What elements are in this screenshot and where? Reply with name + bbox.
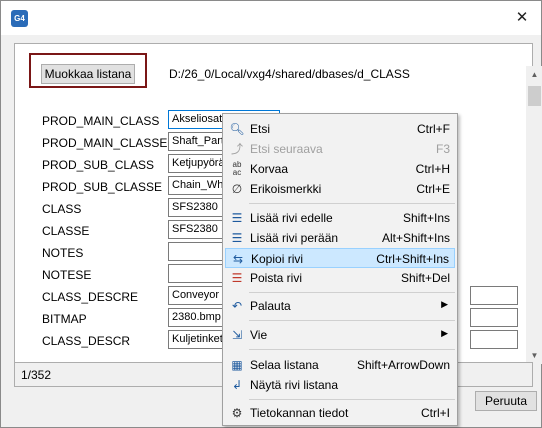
menu-item-label: Palauta xyxy=(250,299,291,313)
field-label-prod-sub-class: PROD_SUB_CLASS xyxy=(42,158,155,172)
menu-separator xyxy=(249,399,455,400)
record-counter: 1/352 xyxy=(21,368,52,382)
field-label-notes: NOTES xyxy=(42,246,84,260)
menu-item-copy-row[interactable]: ⇆ Kopioi rivi Ctrl+Shift+Ins xyxy=(225,248,455,268)
undo-icon: ↶ xyxy=(231,299,243,313)
cancel-button[interactable]: Peruuta xyxy=(475,391,537,411)
special-char-icon: ∅ xyxy=(231,182,243,196)
menu-separator xyxy=(249,203,455,204)
close-button[interactable]: ✕ xyxy=(509,7,535,29)
scroll-thumb[interactable] xyxy=(528,86,541,106)
delete-row-icon: ☰ xyxy=(231,271,243,285)
menu-separator xyxy=(249,292,455,293)
vertical-scrollbar[interactable]: ▲ ▼ xyxy=(526,66,542,364)
menu-item-label: Lisää rivi perään xyxy=(250,231,339,245)
menu-item-label: Tietokannan tiedot xyxy=(250,406,349,420)
field-label-prod-sub-classe: PROD_SUB_CLASSE xyxy=(42,180,163,194)
menu-item-delete-row[interactable]: ☰ Poista rivi Shift+Del xyxy=(225,268,455,288)
menu-separator xyxy=(249,320,455,321)
field-label-bitmap: BITMAP xyxy=(42,312,87,326)
browse-list-icon: ▦ xyxy=(231,358,243,372)
field-label-class: CLASS xyxy=(42,202,82,216)
field-label-notese: NOTESE xyxy=(42,268,92,282)
menu-item-label: Korvaa xyxy=(250,162,289,176)
menu-item-shortcut: Ctrl+Shift+Ins xyxy=(376,252,449,266)
menu-item-insert-row-after[interactable]: ☰ Lisää rivi perään Alt+Shift+Ins xyxy=(225,228,455,248)
menu-item-search[interactable]: 🔍︎ Etsi Ctrl+F xyxy=(225,119,455,139)
replace-icon: ab ac xyxy=(232,160,242,177)
search-icon: 🔍︎ xyxy=(229,122,245,136)
menu-item-shortcut: Ctrl+I xyxy=(420,406,450,420)
menu-item-find-next: ⤴ Etsi seuraava F3 xyxy=(225,139,455,159)
insert-row-before-icon: ☰ xyxy=(231,211,243,225)
menu-item-shortcut: Ctrl+E xyxy=(416,182,450,196)
menu-item-label: Näytä rivi listana xyxy=(250,378,339,392)
menu-item-shortcut: F3 xyxy=(435,142,450,156)
menu-item-shortcut: Ctrl+F xyxy=(417,122,450,136)
menu-item-label: Poista rivi xyxy=(250,271,303,285)
copy-row-icon: ⇆ xyxy=(232,252,244,266)
menu-item-shortcut: Alt+Shift+Ins xyxy=(381,231,450,245)
context-menu: 🔍︎ Etsi Ctrl+F ⤴ Etsi seuraava F3 ab ac K… xyxy=(222,113,458,426)
export-icon: ⇲ xyxy=(231,328,243,342)
menu-item-label: Lisää rivi edelle xyxy=(250,211,333,225)
menu-item-label: Etsi seuraava xyxy=(250,142,323,156)
menu-item-undo[interactable]: ↶ Palauta ▶ xyxy=(225,296,455,316)
menu-item-shortcut: Shift+ArrowDown xyxy=(356,358,450,372)
menu-item-insert-row-before[interactable]: ☰ Lisää rivi edelle Shift+Ins xyxy=(225,208,455,228)
insert-row-after-icon: ☰ xyxy=(231,231,243,245)
menu-item-show-row-list[interactable]: ↲ Näytä rivi listana xyxy=(225,375,455,395)
menu-item-label: Erikoismerkki xyxy=(250,182,322,196)
menu-item-database-info[interactable]: ⚙ Tietokannan tiedot Ctrl+I xyxy=(225,403,455,423)
menu-item-label: Selaa listana xyxy=(250,358,319,372)
menu-item-label: Vie xyxy=(250,328,268,342)
menu-item-export[interactable]: ⇲ Vie ▶ xyxy=(225,325,455,345)
menu-item-special-char[interactable]: ∅ Erikoismerkki Ctrl+E xyxy=(225,179,455,199)
field-label-classe: CLASSE xyxy=(42,224,90,238)
scroll-up-arrow-icon[interactable]: ▲ xyxy=(526,66,542,83)
field-label-class-descre: CLASS_DESCRE xyxy=(42,290,139,304)
database-info-icon: ⚙ xyxy=(231,406,243,420)
submenu-arrow-icon: ▶ xyxy=(441,299,448,309)
field-input-class-descr-tail[interactable] xyxy=(470,330,518,349)
title-bar: G4 ✕ xyxy=(1,1,541,35)
menu-item-replace[interactable]: ab ac Korvaa Ctrl+H xyxy=(225,159,455,179)
menu-item-label: Etsi xyxy=(250,122,271,136)
field-label-prod-main-class: PROD_MAIN_CLASS xyxy=(42,114,160,128)
field-label-class-descr: CLASS_DESCR xyxy=(42,334,131,348)
menu-item-browse-list[interactable]: ▦ Selaa listana Shift+ArrowDown xyxy=(225,355,455,375)
menu-item-shortcut: Shift+Del xyxy=(400,271,450,285)
show-row-list-icon: ↲ xyxy=(231,378,243,392)
menu-item-shortcut: Shift+Ins xyxy=(402,211,450,225)
field-input-class-descre-tail[interactable] xyxy=(470,286,518,305)
database-path: D:/26_0/Local/vxg4/shared/dbases/d_CLASS xyxy=(169,67,410,81)
field-input-bitmap-tail[interactable] xyxy=(470,308,518,327)
submenu-arrow-icon: ▶ xyxy=(441,328,448,338)
menu-item-shortcut: Ctrl+H xyxy=(415,162,450,176)
edit-as-list-button[interactable]: Muokkaa listana xyxy=(41,64,135,84)
find-next-icon: ⤴ xyxy=(230,142,243,156)
app-logo-icon: G4 xyxy=(11,10,28,27)
field-label-prod-main-classe: PROD_MAIN_CLASSE xyxy=(42,136,168,150)
menu-item-label: Kopioi rivi xyxy=(251,252,304,266)
menu-separator xyxy=(249,349,455,350)
